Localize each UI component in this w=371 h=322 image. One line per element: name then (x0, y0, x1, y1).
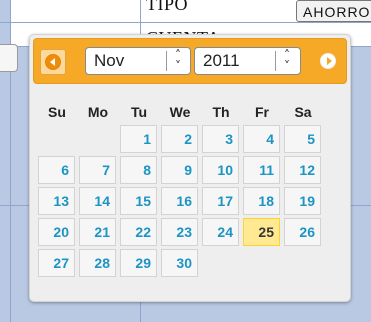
day-cell[interactable]: 10 (202, 156, 239, 184)
empty-day-cell (202, 249, 239, 277)
week-row: 27 28 29 30 (38, 249, 322, 277)
weekday-label: Tu (130, 104, 148, 120)
day-cell[interactable]: 20 (38, 218, 75, 246)
day-today[interactable]: 25 (243, 218, 280, 246)
day-cell[interactable]: 4 (243, 125, 280, 153)
year-select-value: 2011 (203, 51, 240, 70)
week-row: 13 14 15 16 17 18 19 (38, 187, 322, 215)
weekday-label: Mo (87, 104, 109, 120)
datepicker-header: Nov ˄ ˅ 2011 ˄ ˅ (33, 38, 347, 84)
year-select[interactable]: 2011 ˄ ˅ (194, 47, 301, 75)
table-border (0, 22, 371, 23)
weekday-label: Fr (255, 104, 269, 120)
day-cell[interactable]: 7 (79, 156, 116, 184)
date-input[interactable] (0, 44, 18, 72)
day-cell[interactable]: 29 (120, 249, 157, 277)
day-cell[interactable]: 14 (79, 187, 116, 215)
day-cell[interactable]: 17 (202, 187, 239, 215)
day-cell[interactable]: 16 (161, 187, 198, 215)
empty-day-cell (79, 125, 116, 153)
day-cell[interactable]: 28 (79, 249, 116, 277)
tipo-label: TIPO (146, 0, 188, 14)
month-select[interactable]: Nov ˄ ˅ (85, 47, 191, 75)
select-arrows-icon: ˄ ˅ (284, 48, 290, 73)
tipo-select[interactable]: AHORRO (296, 0, 371, 22)
day-cell[interactable]: 21 (79, 218, 116, 246)
day-cell[interactable]: 30 (161, 249, 198, 277)
day-cell[interactable]: 24 (202, 218, 239, 246)
empty-day-cell (243, 249, 280, 277)
day-cell[interactable]: 27 (38, 249, 75, 277)
day-cell[interactable]: 2 (161, 125, 198, 153)
calendar-grid: Su Mo Tu We Th Fr Sa 1 2 3 4 5 6 7 8 9 10 11 12 13 14… (35, 99, 325, 280)
week-row: 20 21 22 23 24 25 26 (38, 218, 322, 246)
day-cell[interactable]: 3 (202, 125, 239, 153)
month-select-value: Nov (94, 51, 125, 70)
next-month-button[interactable] (316, 49, 340, 73)
day-cell[interactable]: 13 (38, 187, 75, 215)
day-cell[interactable]: 6 (38, 156, 75, 184)
weekday-label: Th (212, 104, 230, 120)
empty-day-cell (38, 125, 75, 153)
select-arrows-icon: ˄ ˅ (175, 48, 181, 73)
weekday-label: Sa (294, 104, 312, 120)
calendar-weeks: 1 2 3 4 5 6 7 8 9 10 11 12 13 14 15 16 17 18 19 20 21 22 23 24 2… (38, 125, 322, 277)
day-cell[interactable]: 12 (284, 156, 321, 184)
empty-day-cell (284, 249, 321, 277)
day-cell[interactable]: 18 (243, 187, 280, 215)
week-row: 6 7 8 9 10 11 12 (38, 156, 322, 184)
day-cell[interactable]: 8 (120, 156, 157, 184)
day-cell[interactable]: 19 (284, 187, 321, 215)
datepicker: Nov ˄ ˅ 2011 ˄ ˅ Su Mo Tu We Th Fr Sa 1 … (29, 34, 351, 302)
day-cell[interactable]: 9 (161, 156, 198, 184)
day-cell[interactable]: 5 (284, 125, 321, 153)
day-cell[interactable]: 26 (284, 218, 321, 246)
day-cell[interactable]: 15 (120, 187, 157, 215)
day-cell[interactable]: 22 (120, 218, 157, 246)
week-row: 12345 (38, 125, 322, 153)
day-cell[interactable]: 23 (161, 218, 198, 246)
weekday-label: We (169, 104, 191, 120)
day-cell[interactable]: 11 (243, 156, 280, 184)
weekday-header-row: Su Mo Tu We Th Fr Sa (38, 102, 322, 122)
weekday-label: Su (48, 104, 66, 120)
day-cell[interactable]: 1 (120, 125, 157, 153)
prev-month-button[interactable] (40, 49, 66, 75)
